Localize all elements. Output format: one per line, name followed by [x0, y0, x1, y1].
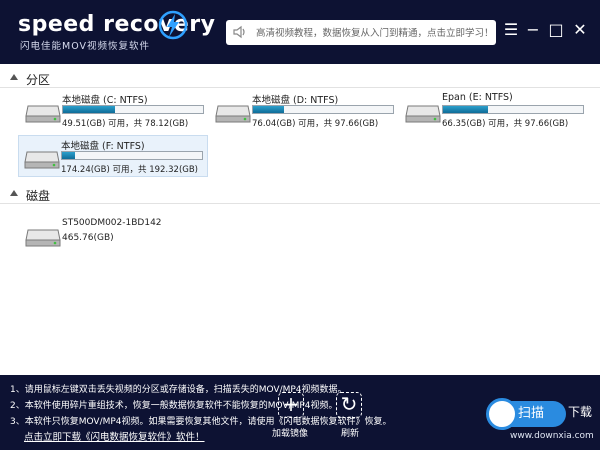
watermark-tag: 下载 — [568, 405, 593, 419]
watermark: 扫描 下载 www.downxia.com — [486, 398, 600, 450]
speaker-icon — [233, 25, 245, 39]
menu-button[interactable]: ☰ — [502, 20, 520, 40]
usage-bar — [252, 105, 394, 114]
partitions-title: 分区 — [26, 73, 51, 87]
hard-drive-icon — [25, 229, 61, 247]
lightning-icon — [158, 10, 188, 40]
divider — [0, 203, 600, 204]
partition-name: 本地磁盘 (F: NTFS) — [61, 141, 145, 152]
hard-drive-icon — [24, 151, 60, 169]
title-bar: speed recovery 闪电佳能MOV视频恢复软件 高清视频教程，数据恢复… — [0, 0, 600, 64]
hard-drive-icon — [215, 105, 251, 123]
partition-capacity: 66.35(GB) 可用，共 97.66(GB) — [442, 119, 569, 129]
disk-item[interactable]: ST500DM002-1BD142 465.76(GB) — [20, 214, 200, 254]
download-link[interactable]: 点击立即下载《闪电数据恢复软件》软件！ — [24, 429, 205, 443]
disks-title: 磁盘 — [26, 189, 51, 203]
maximize-button[interactable]: □ — [547, 20, 565, 40]
watermark-url: www.downxia.com — [510, 431, 594, 441]
refresh-label: 刷新 — [341, 429, 360, 439]
partition-capacity: 76.04(GB) 可用，共 97.66(GB) — [252, 119, 379, 129]
partition-name: Epan (E: NTFS) — [442, 92, 513, 103]
partition-name: 本地磁盘 (C: NTFS) — [62, 95, 148, 106]
watermark-logo-icon — [486, 398, 518, 430]
partition-item-d[interactable]: 本地磁盘 (D: NTFS) 76.04(GB) 可用，共 97.66(GB) — [210, 90, 400, 132]
usage-bar — [62, 105, 204, 114]
tip-line: 3、本软件只恢复MOV/MP4视频。如果需要恢复其他文件，请使用《闪电数据恢复软… — [10, 417, 392, 427]
load-image-label: 加载镜像 — [272, 429, 309, 439]
close-button[interactable]: ✕ — [571, 20, 589, 40]
partition-item-c[interactable]: 本地磁盘 (C: NTFS) 49.51(GB) 可用，共 78.12(GB) — [20, 90, 210, 132]
collapse-arrow-icon — [10, 190, 18, 196]
usage-bar — [61, 151, 203, 160]
hard-drive-icon — [405, 105, 441, 123]
tutorial-notice[interactable]: 高清视频教程，数据恢复从入门到精通，点击立即学习！ — [226, 20, 496, 45]
app-subtitle: 闪电佳能MOV视频恢复软件 — [20, 41, 151, 52]
partition-capacity: 49.51(GB) 可用，共 78.12(GB) — [62, 119, 189, 129]
partition-item-e[interactable]: Epan (E: NTFS) 66.35(GB) 可用，共 97.66(GB) — [400, 90, 590, 132]
notice-text: 高清视频教程，数据恢复从入门到精通，点击立即学习！ — [256, 28, 494, 39]
partition-name: 本地磁盘 (D: NTFS) — [252, 95, 339, 106]
refresh-button[interactable]: ↻ — [336, 392, 362, 418]
partition-item-f[interactable]: 本地磁盘 (F: NTFS) 174.24(GB) 可用，共 192.32(GB… — [18, 135, 208, 177]
usage-bar — [442, 105, 584, 114]
hard-drive-icon — [25, 105, 61, 123]
load-image-button[interactable]: + — [278, 392, 304, 418]
collapse-arrow-icon — [10, 74, 18, 80]
disk-size: 465.76(GB) — [62, 233, 114, 243]
disk-name: ST500DM002-1BD142 — [62, 218, 162, 228]
partition-capacity: 174.24(GB) 可用，共 192.32(GB) — [61, 165, 198, 175]
minimize-button[interactable]: − — [524, 20, 542, 40]
divider — [0, 87, 600, 88]
